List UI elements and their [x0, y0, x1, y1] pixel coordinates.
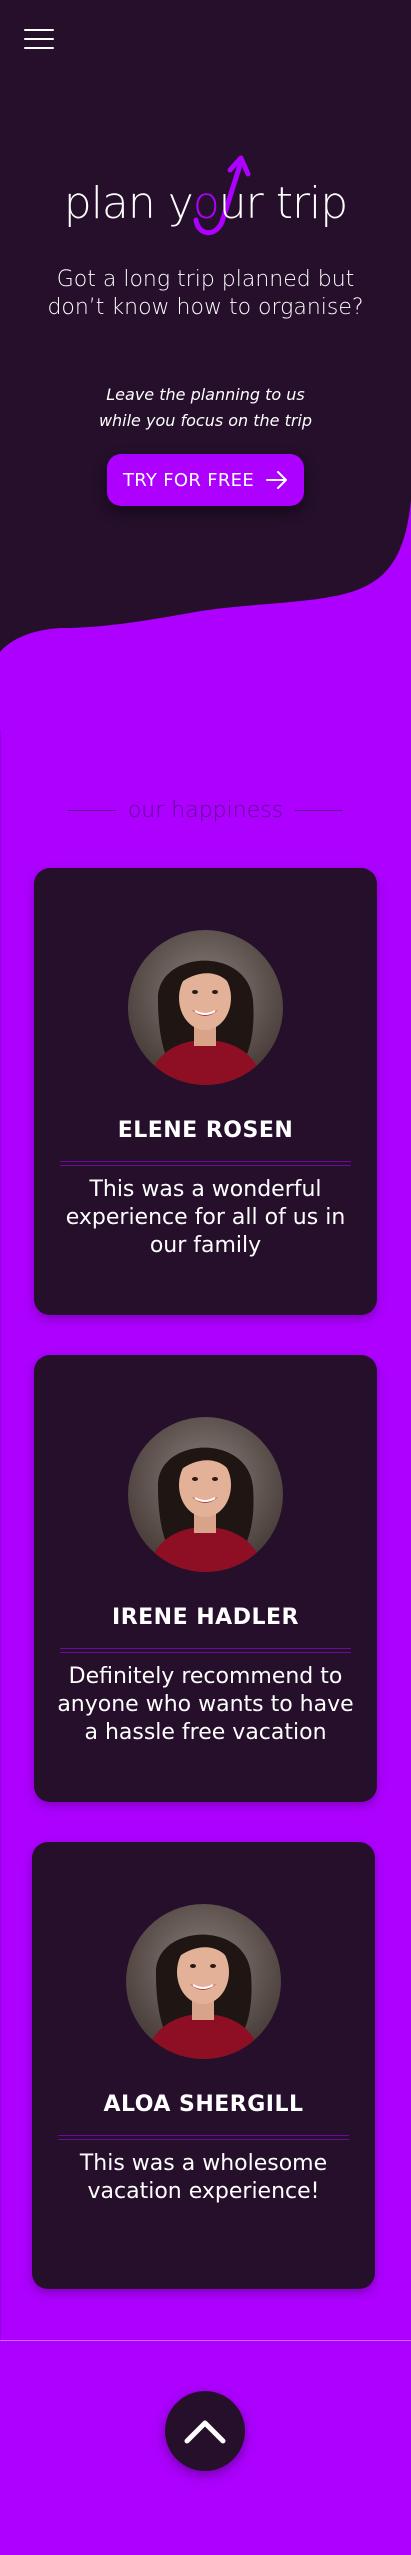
hamburger-menu-icon[interactable] — [24, 27, 54, 51]
logo: plan your trip — [0, 150, 411, 240]
logo-text: plan your trip — [0, 178, 411, 229]
card-divider — [60, 1648, 351, 1653]
logo-suffix: ur trip — [218, 178, 348, 229]
hero-tagline: Got a long trip planned but don’t know h… — [47, 267, 364, 320]
footer-divider — [0, 2340, 411, 2341]
testimonial-card: ALOA SHERGILL This was a wholesome vacat… — [32, 1842, 375, 2289]
hero-subtagline: Leave the planning to us while you focus… — [60, 382, 351, 434]
section-title: our happiness — [0, 795, 411, 825]
avatar — [126, 1904, 281, 2059]
logo-prefix: plan y — [63, 178, 194, 229]
testimonial-card: ELENE ROSEN This was a wonderful experie… — [34, 868, 377, 1315]
try-for-free-button[interactable]: TRY FOR FREE — [107, 454, 304, 506]
arrow-right-icon — [266, 471, 288, 489]
hero-subtag-line2: while you focus on the trip — [98, 411, 313, 430]
testimonial-quote: This was a wholesome vacation experience… — [79, 2151, 328, 2204]
section-title-text: our happiness — [127, 797, 284, 823]
testimonial-card: IRENE HADLER Definitely recommend to any… — [34, 1355, 377, 1802]
testimonial-quote: This was a wonderful experience for all … — [65, 1177, 346, 1258]
hero-subtag-line1: Leave the planning to us — [106, 385, 305, 404]
chevron-up-icon — [184, 2420, 226, 2444]
testimonial-name: IRENE HADLER — [112, 1605, 299, 1630]
testimonial-name: ALOA SHERGILL — [103, 2092, 304, 2117]
scroll-to-top-button[interactable] — [165, 2391, 245, 2471]
avatar — [128, 930, 283, 1085]
card-divider — [60, 1161, 351, 1166]
hero-wave-background — [0, 0, 411, 652]
title-rule-left — [67, 809, 116, 811]
testimonial-name: ELENE ROSEN — [117, 1118, 294, 1143]
logo-o: o — [192, 178, 220, 229]
avatar — [128, 1417, 283, 1572]
hero-section: plan your trip Got a long trip planned b… — [0, 0, 411, 660]
testimonial-quote: Definitely recommend to anyone who wants… — [57, 1664, 354, 1745]
page-edge-divider — [0, 730, 1, 2340]
card-divider — [58, 2135, 349, 2140]
title-rule-right — [295, 809, 344, 811]
cta-label: TRY FOR FREE — [122, 469, 255, 491]
